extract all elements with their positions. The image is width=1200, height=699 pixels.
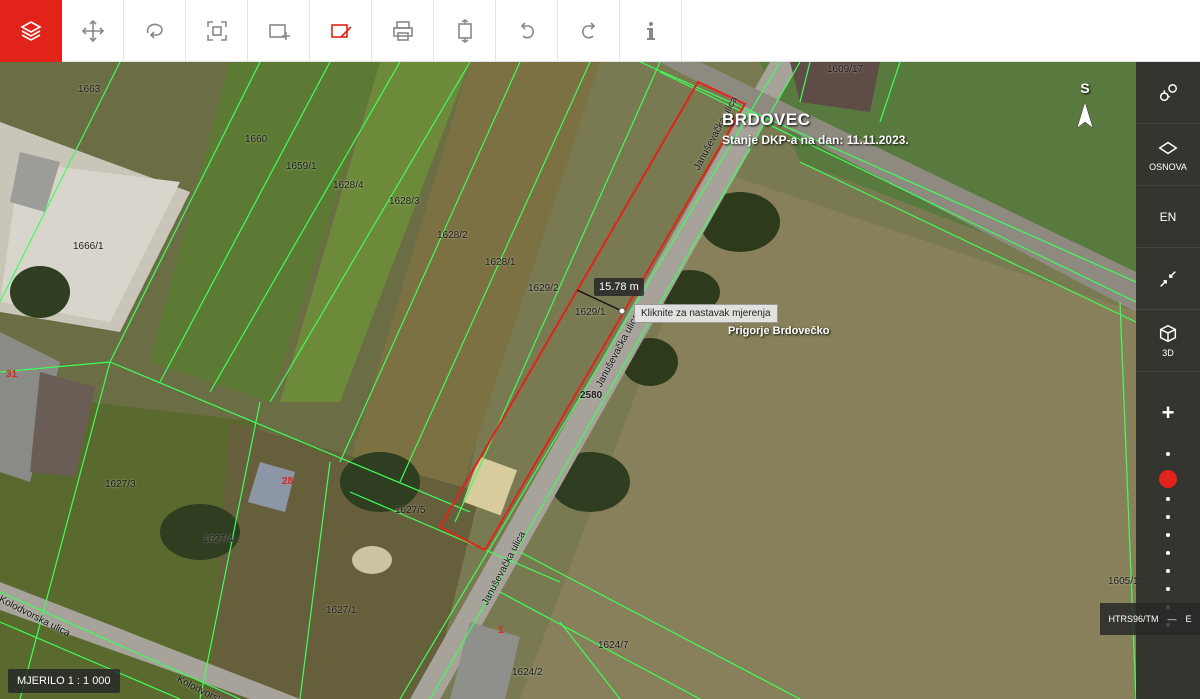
split-icon xyxy=(457,19,472,43)
parcel-label: 1628/4 xyxy=(333,180,364,191)
base-map-button[interactable]: OSNOVA xyxy=(1136,124,1200,186)
parcel-label: 1660 xyxy=(245,134,268,145)
rotate-button[interactable] xyxy=(124,0,186,62)
house-number: 1 xyxy=(498,625,504,636)
parcel-label: 1629/1 xyxy=(575,307,606,318)
print-icon xyxy=(392,21,413,41)
layer-diamond-icon xyxy=(1158,141,1178,155)
place-title: BRDOVEC xyxy=(722,110,811,129)
print-button[interactable] xyxy=(372,0,434,62)
measure-hint: Kliknite za nastavak mjerenja xyxy=(634,304,778,323)
collapse-button[interactable] xyxy=(1136,248,1200,310)
crs-label: HTRS96/TM xyxy=(1108,614,1159,624)
info-button[interactable] xyxy=(620,0,682,62)
layers-button[interactable] xyxy=(0,0,62,62)
parcel-label: 1624/7 xyxy=(598,640,629,651)
parcel-label: 1628/1 xyxy=(485,257,516,268)
move-icon xyxy=(81,19,104,43)
settings-button[interactable] xyxy=(1136,62,1200,124)
zoom-level-dot[interactable] xyxy=(1166,533,1170,537)
zoom-level-dot[interactable] xyxy=(1166,569,1170,573)
measure-distance: 15.78 m xyxy=(594,278,644,296)
parcel-label: 1627/1 xyxy=(326,605,357,616)
compress-icon xyxy=(1160,270,1176,287)
measure-icon xyxy=(330,24,352,38)
three-d-button[interactable]: 3D xyxy=(1136,310,1200,372)
crs-selector[interactable]: HTRS96/TM — E xyxy=(1100,603,1200,635)
add-area-icon xyxy=(268,24,290,40)
parcel-label: 1624/2 xyxy=(512,667,543,678)
parcel-label: 1666/1 xyxy=(73,241,104,252)
house-number: 31 xyxy=(6,369,18,380)
zoom-level-handle[interactable] xyxy=(1159,470,1177,488)
scale-display: MJERILO 1 : 1 000 xyxy=(8,669,120,693)
zoom-level-dot[interactable] xyxy=(1166,515,1170,519)
undo-icon xyxy=(520,22,534,39)
parcel-label: 1627/4 xyxy=(203,534,234,545)
add-area-button[interactable] xyxy=(248,0,310,62)
redo-icon xyxy=(581,22,595,39)
map-canvas[interactable]: 1663 1660 1659/1 1628/4 1628/3 1628/2 16… xyxy=(0,62,1200,699)
undo-lasso-icon xyxy=(146,23,163,39)
cube-icon xyxy=(1159,324,1177,343)
parcel-label: 1629/2 xyxy=(528,283,559,294)
layers-icon xyxy=(20,21,42,41)
pan-button[interactable] xyxy=(62,0,124,62)
area-label: Prigorje Brdovečko xyxy=(728,325,830,337)
language-button[interactable]: EN xyxy=(1136,186,1200,248)
parcel-label: 1659/1 xyxy=(286,161,317,172)
split-button[interactable] xyxy=(434,0,496,62)
zoom-in-button[interactable]: + xyxy=(1136,400,1200,426)
undo-button[interactable] xyxy=(496,0,558,62)
fullscreen-icon xyxy=(206,21,227,41)
parcel-label: 1628/2 xyxy=(437,230,468,241)
parcel-label: 1627/5 xyxy=(395,505,426,516)
redo-button[interactable] xyxy=(558,0,620,62)
minus-icon: — xyxy=(1167,614,1177,624)
crs-suffix: E xyxy=(1185,614,1192,624)
zoom-level-dot[interactable] xyxy=(1166,587,1170,591)
parcel-label: 1628/3 xyxy=(389,196,420,207)
fullscreen-button[interactable] xyxy=(186,0,248,62)
settings-icon xyxy=(1159,83,1177,101)
parcel-label: 1627/3 xyxy=(105,479,136,490)
dkp-status: Stanje DKP-a na dan: 11.11.2023. xyxy=(722,133,909,147)
parcel-label: 1663 xyxy=(78,84,101,95)
three-d-label: 3D xyxy=(1162,348,1174,358)
parcel-label: 1609/17 xyxy=(827,64,864,75)
zoom-level-dot[interactable] xyxy=(1166,497,1170,501)
measure-button[interactable] xyxy=(310,0,372,62)
base-map-label: OSNOVA xyxy=(1149,162,1187,172)
toolbar xyxy=(0,0,1200,62)
zoom-level-dot[interactable] xyxy=(1166,551,1170,555)
north-label: S xyxy=(1080,80,1090,96)
info-icon xyxy=(646,22,655,40)
zoom-level-dot[interactable] xyxy=(1166,452,1170,456)
parcel-label: 2580 xyxy=(580,390,603,401)
house-number: 28 xyxy=(282,476,294,487)
